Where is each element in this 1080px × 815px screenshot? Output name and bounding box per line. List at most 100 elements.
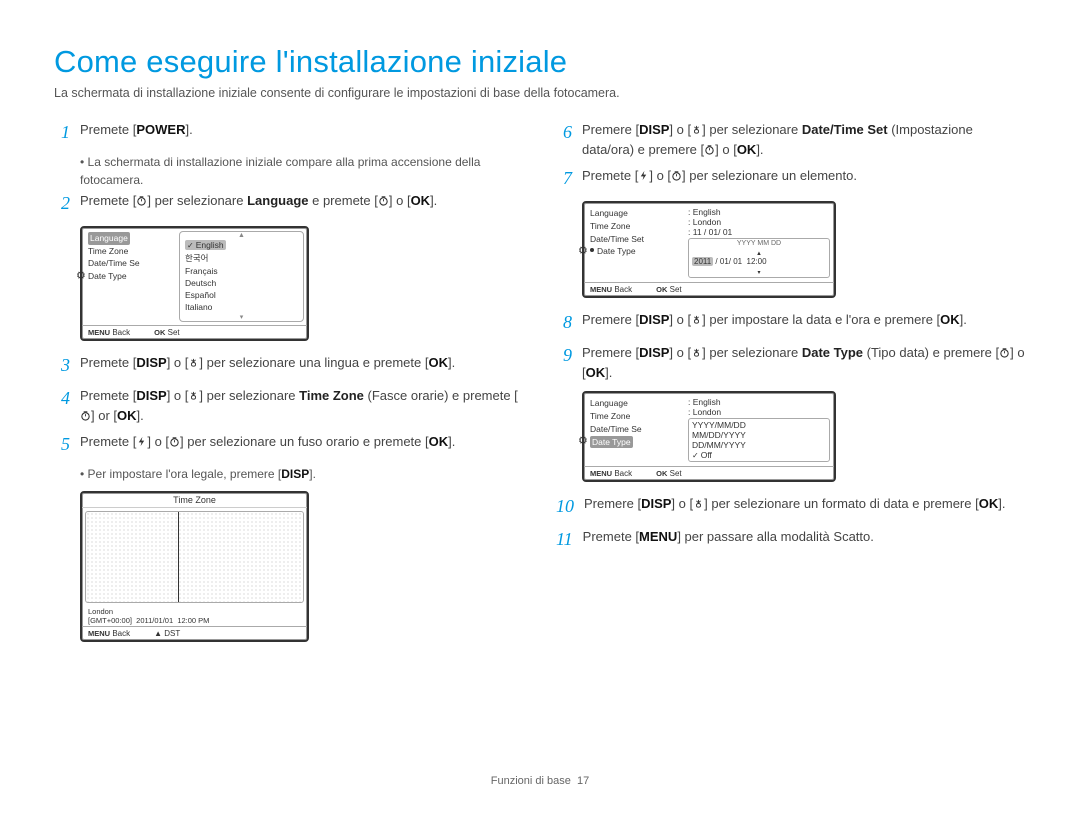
- label-datetype: Date Type: [590, 436, 633, 449]
- val-timezone: London: [693, 217, 721, 227]
- datetime-bold: Date/Time Set: [802, 122, 888, 137]
- step-number: 11: [556, 526, 573, 554]
- option-korean: 한국어: [183, 251, 300, 265]
- option-ddmmyyyy: DD/MM/YYYY: [692, 440, 826, 450]
- label-timezone: Time Zone: [88, 245, 174, 258]
- label-datetime: Date/Time Set: [590, 233, 682, 246]
- macro-icon: [691, 344, 702, 355]
- label-timezone: Time Zone: [590, 410, 682, 423]
- page-footer: Funzioni di base 17: [0, 775, 1080, 787]
- option-english: English: [185, 240, 226, 250]
- timer-icon: [80, 407, 91, 418]
- step-7: 7 Premete [] o [] per selezionare un ele…: [556, 166, 1026, 193]
- map-info: London [GMT+00:00] 2011/01/01 12:00 PM: [82, 606, 307, 626]
- flash-icon: [136, 433, 147, 444]
- step-number: 3: [54, 352, 70, 380]
- step-3: 3 Premete [DISP] o [] per selezionare un…: [54, 353, 524, 380]
- option-deutsch: Deutsch: [183, 277, 300, 289]
- step-10: 10 Premere [DISP] o [] per selezionare u…: [556, 494, 1026, 521]
- option-francais: Français: [183, 265, 300, 277]
- label-datetime: Date/Time Se: [88, 257, 174, 270]
- dt-format: YYYY MM DD: [692, 240, 826, 247]
- option-espanol: Español: [183, 289, 300, 301]
- right-column: 6 Premere [DISP] o [] per selezionare Da…: [556, 120, 1026, 654]
- ok-button-label: OK: [117, 408, 137, 423]
- macro-icon: [188, 354, 199, 365]
- step-1: 1 Premete [POWER].: [54, 120, 524, 147]
- step-4: 4 Premete [DISP] o [] per selezionare Ti…: [54, 386, 524, 426]
- ok-button-label: OK: [979, 496, 999, 511]
- step-9: 9 Premere [DISP] o [] per selezionare Da…: [556, 343, 1026, 383]
- label-datetype: Date Type: [88, 270, 174, 283]
- step-text: Premete [DISP] o [] per selezionare Time…: [80, 386, 524, 426]
- left-column: 1 Premete [POWER]. La schermata di insta…: [54, 120, 524, 654]
- label-datetime: Date/Time Se: [590, 423, 682, 436]
- disp-button-label: DISP: [639, 312, 669, 327]
- step-number: 5: [54, 431, 70, 459]
- timezone-bold: Time Zone: [299, 388, 364, 403]
- step-number: 9: [556, 342, 572, 383]
- label-language: Language: [590, 207, 682, 220]
- gear-icon: ⚙: [578, 433, 588, 450]
- step-text: Premete [] o [] per selezionare un eleme…: [582, 166, 1026, 193]
- macro-icon: [691, 311, 702, 322]
- timer-icon: [136, 192, 147, 203]
- screenshot-footer: MENU Back ▲ DST: [82, 626, 307, 640]
- val-timezone: London: [693, 407, 721, 417]
- disp-button-label: DISP: [639, 122, 669, 137]
- step-5-bullet: Per impostare l'ora legale, premere [DIS…: [80, 465, 524, 483]
- gear-icon: ⚙: [578, 243, 588, 260]
- gear-icon: ⚙: [76, 268, 86, 285]
- step-6: 6 Premere [DISP] o [] per selezionare Da…: [556, 120, 1026, 160]
- val-datetime: 11 / 01/ 01: [693, 227, 733, 237]
- screenshot-datetime: ⚙ Language Time Zone Date/Time Set Date …: [582, 201, 836, 298]
- step-number: 1: [54, 119, 70, 147]
- screenshot-values: : English : London YYYY/MM/DD MM/DD/YYYY…: [684, 393, 834, 466]
- timer-icon: [704, 141, 715, 152]
- world-map: [85, 511, 304, 603]
- macro-icon: [691, 121, 702, 132]
- disp-button-label: DISP: [136, 388, 166, 403]
- timer-icon: [671, 167, 682, 178]
- screenshot-values: : English : London : 11 / 01/ 01 YYYY MM…: [684, 203, 834, 282]
- step-11: 11 Premete [MENU] per passare alla modal…: [556, 527, 1026, 554]
- label-datetype: Date Type: [597, 246, 636, 256]
- screenshot-datetype: ⚙ Language Time Zone Date/Time Se Date T…: [582, 391, 836, 482]
- macro-icon: [693, 495, 704, 506]
- ok-button-label: OK: [737, 142, 757, 157]
- screenshot-left-labels: ⚙ Language Time Zone Date/Time Se Date T…: [82, 228, 176, 325]
- page-subtitle: La schermata di installazione iniziale c…: [54, 86, 1026, 100]
- option-yyyymmdd: YYYY/MM/DD: [692, 420, 826, 430]
- two-columns: 1 Premete [POWER]. La schermata di insta…: [54, 120, 1026, 654]
- step-number: 2: [54, 190, 70, 218]
- step-number: 8: [556, 309, 572, 337]
- step-text: Premete [POWER].: [80, 120, 524, 147]
- option-off: Off: [692, 450, 712, 460]
- label-language: Language: [590, 397, 682, 410]
- page-title: Come eseguire l'installazione iniziale: [54, 44, 1026, 80]
- screenshot-footer: MENU Back OK Set: [584, 282, 834, 296]
- screenshot-footer: MENU Back OK Set: [584, 466, 834, 480]
- step-text: Premere [DISP] o [] per selezionare Date…: [582, 343, 1026, 383]
- screenshot-options: ▲ English 한국어 Français Deutsch Español I…: [179, 231, 304, 322]
- disp-button-label: DISP: [639, 345, 669, 360]
- disp-button-label: DISP: [136, 355, 166, 370]
- timer-icon: [169, 433, 180, 444]
- ok-button-label: OK: [428, 355, 448, 370]
- step-text: Premere [DISP] o [] per selezionare Date…: [582, 120, 1026, 160]
- step-number: 7: [556, 165, 572, 193]
- step-1-bullet: La schermata di installazione iniziale c…: [80, 153, 524, 189]
- macro-icon: [188, 387, 199, 398]
- timer-icon: [378, 192, 389, 203]
- ok-button-label: OK: [586, 365, 606, 380]
- step-text: Premere [DISP] o [] per selezionare un f…: [584, 494, 1026, 521]
- step-2: 2 Premete [] per selezionare Language e …: [54, 191, 524, 218]
- option-italiano: Italiano: [183, 301, 300, 313]
- step-text: Premere [DISP] o [] per impostare la dat…: [582, 310, 1026, 337]
- label-timezone: Time Zone: [590, 220, 682, 233]
- step-text: Premete [DISP] o [] per selezionare una …: [80, 353, 524, 380]
- ok-button-label: OK: [429, 434, 449, 449]
- menu-button-label: MENU: [639, 529, 677, 544]
- datetype-bold: Date Type: [802, 345, 863, 360]
- step-text: Premete [MENU] per passare alla modalità…: [583, 527, 1026, 554]
